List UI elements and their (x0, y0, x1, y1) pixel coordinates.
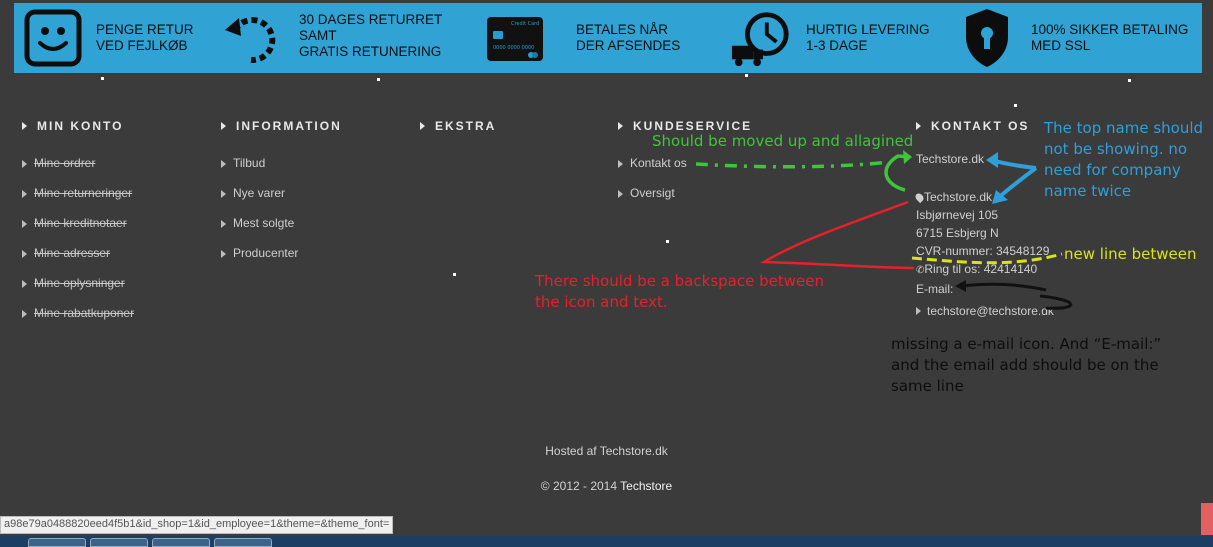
annotation-black: missing a e-mail icon. And “E-mail:” and … (891, 335, 1162, 395)
corner-marker (1201, 503, 1213, 535)
taskbar-button[interactable] (28, 538, 86, 547)
stray-dot (377, 78, 380, 81)
taskbar-button[interactable] (152, 538, 210, 547)
taskbar-button[interactable] (90, 538, 148, 547)
stray-dot (745, 74, 748, 77)
annotation-yellow: new line between (1064, 245, 1197, 263)
stray-dot (666, 240, 669, 243)
annotation-green: Should be moved up and allagined (652, 132, 914, 150)
status-bar-url: a98e79a0488820eed4f5b1&id_shop=1&id_empl… (0, 516, 394, 534)
stray-dot (453, 273, 456, 276)
stray-dot (1014, 104, 1017, 107)
annotation-red: There should be a backspace between the i… (535, 272, 824, 311)
stray-dot (1128, 79, 1131, 82)
stray-dot (101, 77, 104, 80)
taskbar-button[interactable] (214, 538, 272, 547)
annotation-blue: The top name should not be showing. no nee… (1044, 119, 1204, 200)
